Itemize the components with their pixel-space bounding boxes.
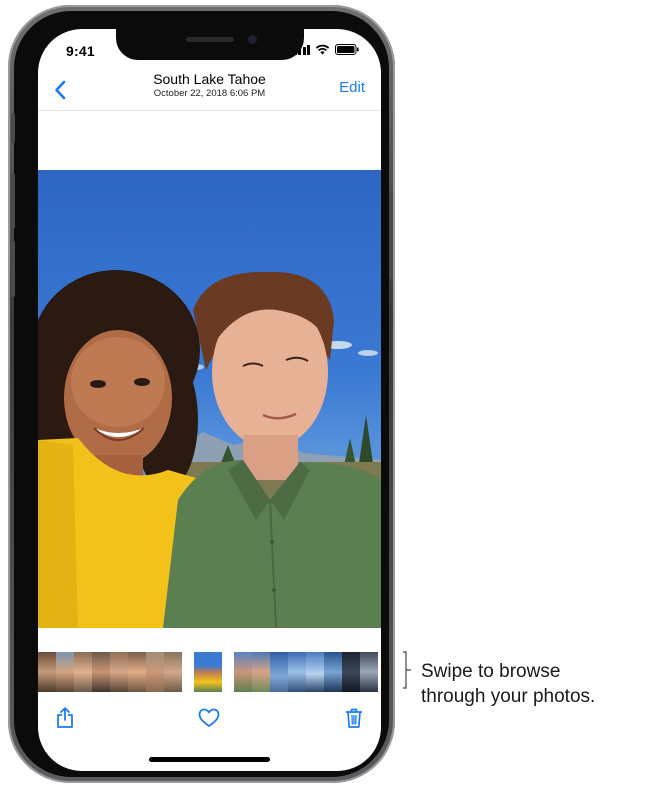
filmstrip-thumbnail[interactable]: [270, 652, 288, 692]
front-camera: [248, 35, 257, 44]
delete-button[interactable]: [339, 703, 369, 733]
callout-text: Swipe to browse through your photos.: [421, 659, 595, 709]
notch: [116, 29, 304, 60]
home-indicator[interactable]: [149, 757, 270, 762]
filmstrip-thumbnail[interactable]: [342, 652, 360, 692]
status-icons: [293, 44, 360, 55]
filmstrip-thumbnail[interactable]: [164, 652, 182, 692]
filmstrip-thumbnail[interactable]: [360, 652, 378, 692]
nav-title-block: South Lake Tahoe October 22, 2018 6:06 P…: [108, 71, 311, 100]
main-photo[interactable]: [38, 170, 381, 628]
side-button: [389, 191, 393, 279]
filmstrip-thumbnail[interactable]: [74, 652, 92, 692]
silent-switch: [11, 113, 15, 143]
filmstrip-thumbnail[interactable]: [324, 652, 342, 692]
share-icon: [57, 707, 73, 728]
callout-line-1: Swipe to browse: [421, 661, 561, 682]
photo-image: [38, 270, 381, 628]
callout-bracket: [403, 651, 411, 689]
filmstrip-thumbnail[interactable]: [56, 652, 74, 692]
chevron-left-icon: [55, 80, 66, 100]
filmstrip-thumbnail[interactable]: [252, 652, 270, 692]
filmstrip-thumbnail[interactable]: [38, 652, 56, 692]
filmstrip-thumbnail[interactable]: [146, 652, 164, 692]
phone-screen: 9:41 South Lake Tahoe October 22, 2018 6…: [38, 29, 381, 771]
page-title: South Lake Tahoe: [153, 71, 266, 87]
filmstrip-thumbnail[interactable]: [92, 652, 110, 692]
favorite-button[interactable]: [194, 703, 224, 733]
filmstrip-thumbnail[interactable]: [110, 652, 128, 692]
iphone-frame: 9:41 South Lake Tahoe October 22, 2018 6…: [8, 5, 395, 783]
filmstrip-thumbnail[interactable]: [288, 652, 306, 692]
filmstrip-thumbnail-current[interactable]: [194, 652, 222, 692]
volume-down-button: [11, 241, 15, 297]
share-button[interactable]: [50, 703, 80, 733]
volume-up-button: [11, 173, 15, 229]
trash-icon: [346, 708, 362, 728]
photo-filmstrip[interactable]: [38, 652, 381, 692]
battery-icon: [335, 44, 359, 55]
status-time: 9:41: [66, 43, 95, 59]
filmstrip-thumbnail[interactable]: [234, 652, 252, 692]
heart-icon: [198, 708, 220, 727]
callout-line-2: through your photos.: [421, 686, 596, 707]
wifi-icon: [315, 44, 330, 55]
filmstrip-thumbnail[interactable]: [306, 652, 324, 692]
edit-button[interactable]: Edit: [339, 79, 365, 96]
filmstrip-thumbnail[interactable]: [128, 652, 146, 692]
photo-date: October 22, 2018 6:06 PM: [153, 88, 266, 99]
speaker-grille: [186, 37, 234, 42]
navigation-bar: South Lake Tahoe October 22, 2018 6:06 P…: [38, 69, 381, 111]
back-button[interactable]: [48, 75, 72, 105]
